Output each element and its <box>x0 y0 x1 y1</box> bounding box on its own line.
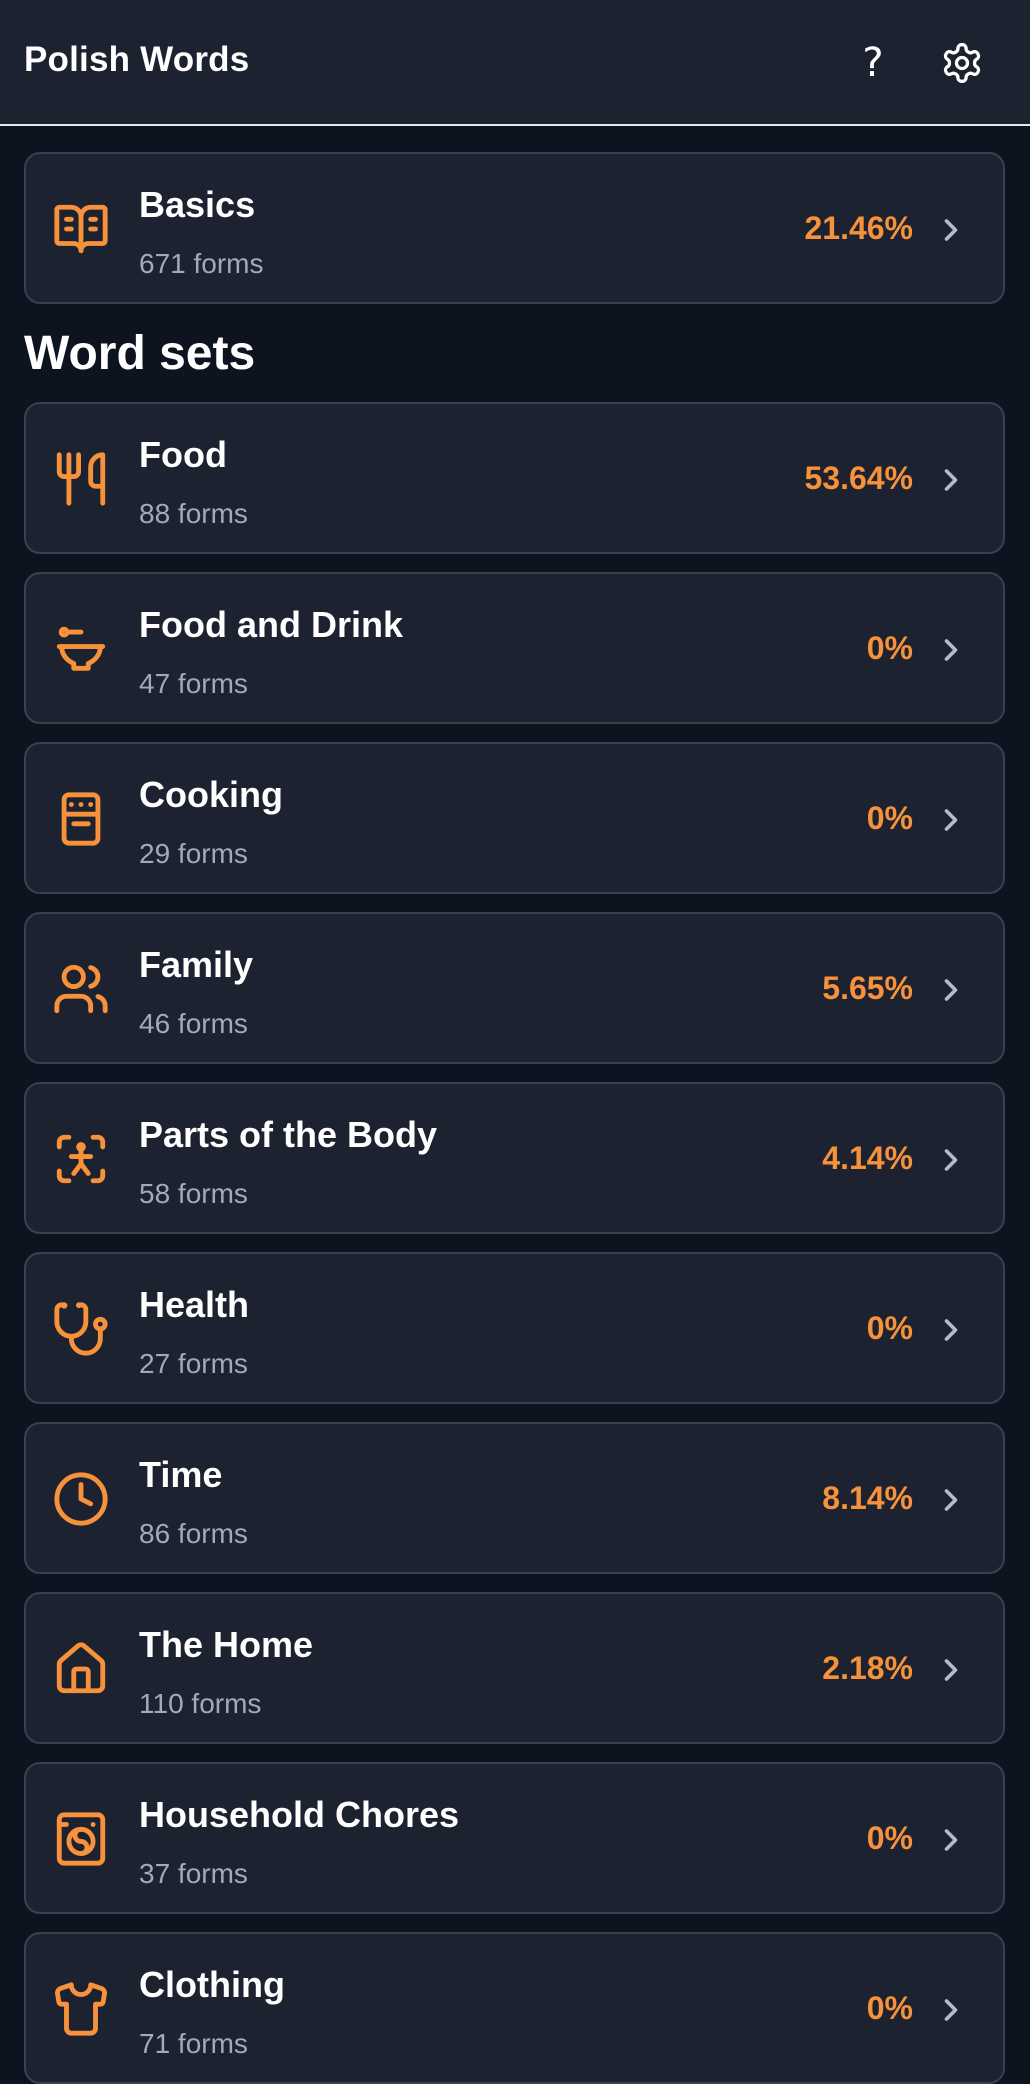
basics-card[interactable]: Basics 671 forms 21.46% <box>24 152 1005 304</box>
set-count: 86 forms <box>139 1518 248 1549</box>
set-progress: 5.65% <box>822 970 913 1006</box>
utensils-icon <box>52 450 110 508</box>
set-progress: 0% <box>866 630 913 666</box>
set-name: Health <box>139 1284 250 1325</box>
set-count: 46 forms <box>139 1008 248 1039</box>
clock-icon <box>52 1470 110 1528</box>
set-progress: 8.14% <box>822 1480 913 1516</box>
word-set-health[interactable]: Health 27 forms 0% <box>24 1252 1005 1404</box>
chevron-right-icon <box>933 462 969 498</box>
oven-icon <box>52 790 110 848</box>
set-count: 671 forms <box>139 248 264 279</box>
chevron-right-icon <box>933 972 969 1008</box>
set-name: Household Chores <box>139 1794 460 1835</box>
set-progress: 0% <box>866 1820 913 1856</box>
word-set-household-chores[interactable]: Household Chores 37 forms 0% <box>24 1762 1005 1914</box>
set-count: 47 forms <box>139 668 248 699</box>
set-progress: 0% <box>866 1990 913 2026</box>
house-icon <box>52 1640 110 1698</box>
chevron-right-icon <box>933 1312 969 1348</box>
set-count: 71 forms <box>139 2028 248 2059</box>
set-progress: 0% <box>866 1310 913 1346</box>
section-title: Word sets <box>24 327 256 380</box>
users-icon <box>52 960 110 1018</box>
chevron-right-icon <box>933 1142 969 1178</box>
set-progress: 2.18% <box>822 1650 913 1686</box>
word-set-clothing[interactable]: Clothing 71 forms 0% <box>24 1932 1005 2084</box>
word-set-food-and-drink[interactable]: Food and Drink 47 forms 0% <box>24 572 1005 724</box>
book-open-icon <box>52 200 110 258</box>
chevron-right-icon <box>933 1482 969 1518</box>
set-progress: 0% <box>866 800 913 836</box>
set-count: 58 forms <box>139 1178 248 1209</box>
chevron-right-icon <box>933 1992 969 2028</box>
body-scan-icon <box>52 1130 110 1188</box>
chevron-right-icon <box>933 802 969 838</box>
chevron-right-icon <box>933 632 969 668</box>
app-title: Polish Words <box>24 40 250 79</box>
chevron-right-icon <box>933 1822 969 1858</box>
set-count: 88 forms <box>139 498 248 529</box>
set-name: Clothing <box>139 1964 285 2005</box>
set-name: Food <box>139 434 227 475</box>
set-name: Cooking <box>139 774 283 815</box>
set-count: 37 forms <box>139 1858 248 1889</box>
word-set-family[interactable]: Family 46 forms 5.65% <box>24 912 1005 1064</box>
set-count: 110 forms <box>139 1688 262 1719</box>
word-set-the-home[interactable]: The Home 110 forms 2.18% <box>24 1592 1005 1744</box>
chevron-right-icon <box>933 1652 969 1688</box>
set-progress: 4.14% <box>822 1140 913 1176</box>
chevron-right-icon <box>933 212 969 248</box>
settings-button[interactable] <box>932 33 992 93</box>
set-name: The Home <box>139 1624 314 1665</box>
help-button[interactable]: ? <box>843 33 903 93</box>
gear-icon <box>943 43 981 83</box>
set-name: Basics <box>139 184 256 225</box>
set-name: Food and Drink <box>139 604 403 645</box>
set-name: Time <box>139 1454 223 1495</box>
set-progress: 21.46% <box>804 210 913 246</box>
set-progress: 53.64% <box>804 460 913 496</box>
word-set-parts-of-the-body[interactable]: Parts of the Body 58 forms 4.14% <box>24 1082 1005 1234</box>
set-count: 27 forms <box>139 1348 248 1379</box>
washing-machine-icon <box>52 1810 110 1868</box>
stethoscope-icon <box>52 1300 110 1358</box>
set-name: Family <box>139 944 254 985</box>
help-icon: ? <box>862 40 884 86</box>
bowl-icon <box>52 620 110 678</box>
set-name: Parts of the Body <box>139 1114 438 1155</box>
word-set-food[interactable]: Food 88 forms 53.64% <box>24 402 1005 554</box>
app-header: Polish Words ? <box>0 0 1030 126</box>
shirt-icon <box>52 1980 110 2038</box>
set-count: 29 forms <box>139 838 248 869</box>
word-set-time[interactable]: Time 86 forms 8.14% <box>24 1422 1005 1574</box>
word-set-cooking[interactable]: Cooking 29 forms 0% <box>24 742 1005 894</box>
